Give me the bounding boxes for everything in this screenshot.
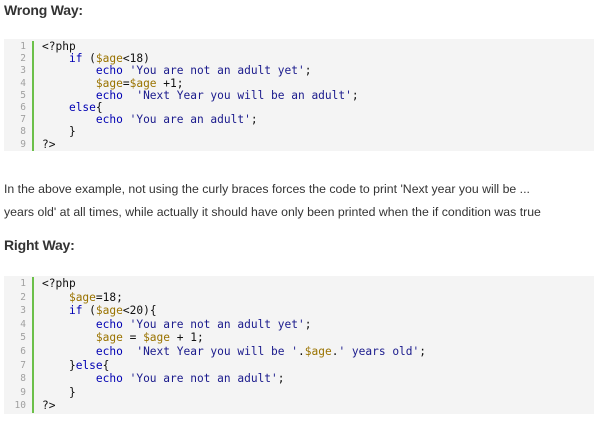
explanation-line-1: In the above example, not using the curl… <box>4 182 530 196</box>
gutter-bar <box>32 101 34 115</box>
gutter-bar <box>32 358 34 373</box>
code-line: 8 echo 'You are not an adult'; <box>4 372 594 386</box>
code-line: 9 ?> <box>4 137 594 151</box>
line-number: 4 <box>20 318 26 330</box>
gutter-bar <box>32 89 34 102</box>
line-number: 5 <box>20 332 26 344</box>
line-number: 9 <box>20 138 26 150</box>
gutter-bar <box>32 277 34 291</box>
explanation-paragraph: In the above example, not using the curl… <box>4 178 598 224</box>
right-way-heading: Right Way: <box>4 237 75 253</box>
code-line: 5 $age = $age + 1; <box>4 331 594 345</box>
gutter-bar <box>32 126 34 139</box>
code-text: echo 'Next Year you will be '.$age.' yea… <box>95 344 427 358</box>
explanation-line-2: years old' at all times, while actually … <box>4 205 541 219</box>
wrong-code-block: 1 <?php 2 if ($age<18) 3 echo 'You are not … <box>4 39 594 151</box>
wrong-way-heading: Wrong Way: <box>4 2 83 18</box>
gutter-bar <box>32 53 34 66</box>
code-text: ?> <box>42 399 56 413</box>
gutter-bar <box>32 372 34 386</box>
line-number: 4 <box>20 77 26 89</box>
code-text: echo 'You are not an adult yet'; <box>95 317 312 331</box>
code-line: 2 $age=18; <box>4 290 594 305</box>
gutter-bar <box>32 331 34 345</box>
code-text: $age = $age + 1; <box>95 331 204 345</box>
code-text: } <box>42 385 76 399</box>
line-number: 8 <box>20 126 26 138</box>
line-number: 10 <box>14 400 26 412</box>
code-line: 3 if ($age<20){ <box>4 304 594 318</box>
gutter-bar <box>32 77 34 90</box>
code-text: $age=18; <box>68 290 123 304</box>
gutter-bar <box>32 138 34 151</box>
line-number: 2 <box>20 53 26 65</box>
code-line: 6 echo 'Next Year you will be '.$age.' y… <box>4 344 594 359</box>
line-number: 9 <box>20 386 26 398</box>
code-text: echo 'You are not an adult'; <box>95 372 285 386</box>
gutter-bar <box>32 385 34 400</box>
gutter-bar <box>32 290 34 305</box>
code-line: 7 echo 'You are an adult'; <box>4 114 594 127</box>
gutter-bar <box>32 41 34 54</box>
line-number: 8 <box>20 373 26 385</box>
line-number: 2 <box>20 291 26 303</box>
gutter-bar <box>32 399 34 413</box>
code-text: }else{ <box>42 358 110 372</box>
line-number: 7 <box>20 359 26 371</box>
code-text: ?> <box>42 137 56 151</box>
code-line: 9 } <box>4 385 594 400</box>
gutter-bar <box>32 304 34 318</box>
code-line: 7 }else{ <box>4 358 594 373</box>
line-number: 3 <box>20 65 26 77</box>
line-number: 6 <box>20 345 26 357</box>
code-text: <?php <box>42 277 76 290</box>
line-number: 3 <box>20 305 26 317</box>
line-number: 1 <box>20 278 26 289</box>
gutter-bar <box>32 65 34 78</box>
line-number: 5 <box>20 89 26 101</box>
code-line: 4 echo 'You are not an adult yet'; <box>4 317 594 332</box>
code-line: 8 } <box>4 126 594 139</box>
line-number: 7 <box>20 114 26 126</box>
line-number: 6 <box>20 101 26 113</box>
right-code-block: 1 <?php 2 $age=18; 3 if ($age<20){4 echo 'Y… <box>4 276 594 414</box>
code-line: 10 ?> <box>4 399 594 413</box>
gutter-bar <box>32 114 34 127</box>
gutter-bar <box>32 344 34 359</box>
gutter-bar <box>32 317 34 332</box>
line-number: 1 <box>20 41 26 52</box>
code-line: 1 <?php <box>4 277 594 291</box>
code-text: if ($age<20){ <box>68 304 157 318</box>
